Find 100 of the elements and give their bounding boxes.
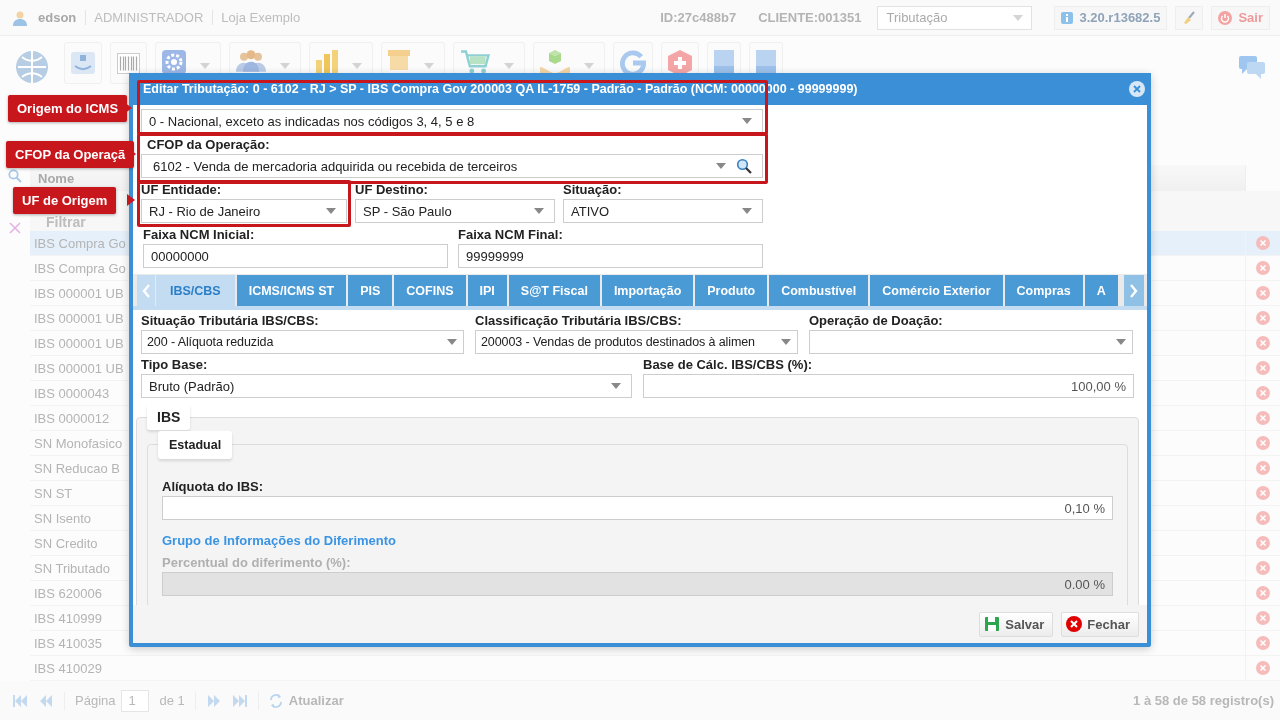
tab-scroll-left[interactable]	[137, 275, 155, 306]
version-button[interactable]: 3.20.r13682.5	[1054, 5, 1168, 30]
page-field[interactable]: 1	[121, 689, 150, 712]
delete-icon[interactable]	[1256, 386, 1270, 400]
broom-icon	[1182, 10, 1197, 25]
table-cell-text: IBS 0000012	[33, 410, 111, 426]
close-icon[interactable]	[1129, 81, 1145, 97]
tab[interactable]: Importação	[601, 275, 694, 306]
search-icon[interactable]	[736, 158, 752, 174]
callout-label: Origem do ICMS	[8, 95, 128, 122]
gear-icon	[162, 50, 186, 74]
dropdown[interactable]: 200 - Alíquota reduzida	[141, 330, 464, 354]
dropdown[interactable]: 200003 - Vendas de produtos destinados à alimen	[475, 330, 798, 354]
record-count: 1 à 58 de 58 registro(s)	[1133, 693, 1274, 708]
tab[interactable]: IBS/CBS	[156, 275, 235, 306]
delete-icon[interactable]	[1256, 411, 1270, 425]
field-label: Situação Tributária IBS/CBS:	[141, 313, 320, 328]
field-label: Classificação Tributária IBS/CBS:	[475, 313, 683, 328]
tab[interactable]: Combustível	[769, 275, 869, 306]
store-name: Loja Exemplo	[212, 10, 301, 25]
tab[interactable]: PIS	[348, 275, 393, 306]
close-icon	[1066, 616, 1083, 632]
delete-icon[interactable]	[1256, 561, 1270, 575]
document-icon	[756, 50, 776, 74]
table-cell-text: SN ST	[33, 485, 74, 501]
user-icon	[12, 9, 28, 26]
table-cell-text: IBS Compra Go	[33, 235, 127, 251]
tab-scroll-right[interactable]	[1124, 275, 1144, 306]
caret-icon	[1013, 14, 1024, 21]
field-label: Percentual do diferimento (%):	[162, 555, 352, 570]
caret-icon	[611, 383, 621, 389]
table-cell-text: IBS 620006	[33, 585, 103, 601]
next-page-icon[interactable]	[205, 694, 222, 707]
tab[interactable]: COFINS	[394, 275, 466, 306]
table-cell-text: IBS Compra Go	[33, 260, 127, 276]
save-button[interactable]: Salvar	[979, 611, 1054, 637]
table-cell-text: IBS 410035	[33, 635, 103, 651]
delete-icon[interactable]	[1256, 661, 1270, 675]
input-field[interactable]: 0,10 %	[162, 496, 1113, 520]
dropdown[interactable]	[809, 330, 1133, 354]
delete-icon[interactable]	[1256, 611, 1270, 625]
delete-icon[interactable]	[1256, 586, 1270, 600]
callout-label: CFOP da Operaçã	[6, 141, 135, 168]
user-name: edson	[38, 10, 77, 25]
table-cell-text: SN Isento	[33, 510, 93, 526]
previous-page-icon[interactable]	[38, 694, 54, 707]
tab[interactable]: ICMS/ICMS ST	[236, 275, 347, 306]
dropdown[interactable]: Bruto (Padrão)	[141, 374, 632, 398]
table-cell-text: IBS 410999	[33, 610, 103, 626]
delete-icon[interactable]	[1256, 461, 1270, 475]
tab[interactable]: IPI	[467, 275, 507, 306]
delete-icon[interactable]	[1256, 236, 1270, 250]
delete-icon[interactable]	[1256, 636, 1270, 650]
close-button[interactable]: Fechar	[1061, 611, 1139, 637]
tab[interactable]: Comércio Exterior	[870, 275, 1003, 306]
dropdown[interactable]: RJ - Rio de Janeiro	[141, 199, 347, 223]
delete-icon[interactable]	[1256, 511, 1270, 525]
dropdown[interactable]: SP - São Paulo	[355, 199, 555, 223]
tab[interactable]: Compras	[1004, 275, 1083, 306]
caret-icon	[447, 339, 457, 345]
delete-icon[interactable]	[1256, 536, 1270, 550]
tab[interactable]: S@T Fiscal	[508, 275, 600, 306]
last-page-icon[interactable]	[231, 694, 248, 707]
field-label: Faixa NCM Inicial:	[143, 227, 256, 242]
tab[interactable]: Produto	[695, 275, 768, 306]
caret-icon	[504, 63, 514, 69]
user-role: ADMINISTRADOR	[85, 10, 204, 25]
caret-icon	[534, 208, 544, 214]
input-field[interactable]: 00000000	[143, 244, 448, 268]
chat-bubbles-icon	[1239, 55, 1265, 79]
dropdown[interactable]: ATIVO	[563, 199, 763, 223]
delete-icon[interactable]	[1256, 486, 1270, 500]
first-page-icon[interactable]	[12, 694, 28, 707]
table-cell-text: SN Credito	[33, 535, 99, 551]
dropdown[interactable]: 0 - Nacional, exceto as indicadas nos códigos 3, 4, 5 e 8	[141, 109, 763, 133]
delete-icon[interactable]	[1256, 336, 1270, 350]
globe-icon	[15, 50, 49, 84]
input-field[interactable]: 100,00 %	[643, 374, 1134, 398]
section-heading: Grupo de Informações do Diferimento	[162, 533, 398, 548]
broom-button[interactable]	[1175, 5, 1204, 30]
box-in-hands-icon	[540, 50, 570, 74]
tab[interactable]: A	[1084, 275, 1118, 306]
delete-icon[interactable]	[1256, 261, 1270, 275]
clear-filter-icon[interactable]	[8, 221, 22, 235]
filter-label: Filtrar	[46, 214, 86, 230]
logout-button[interactable]: Sair	[1211, 5, 1270, 30]
caret-icon	[584, 63, 594, 69]
caret-icon	[424, 63, 434, 69]
caret-icon	[326, 208, 336, 214]
delete-icon[interactable]	[1256, 286, 1270, 300]
refresh-icon	[268, 692, 283, 709]
module-select[interactable]: Tributação	[877, 5, 1033, 30]
caret-icon	[280, 63, 290, 69]
delete-icon[interactable]	[1256, 311, 1270, 325]
delete-icon[interactable]	[1256, 436, 1270, 450]
delete-icon[interactable]	[1256, 361, 1270, 375]
input-field[interactable]: 99999999	[458, 244, 763, 268]
refresh-button[interactable]: Atualizar	[268, 692, 344, 709]
panel-legend: IBS	[147, 404, 191, 430]
dropdown[interactable]: 6102 - Venda de mercadoria adquirida ou recebida de terceiros	[141, 154, 763, 178]
